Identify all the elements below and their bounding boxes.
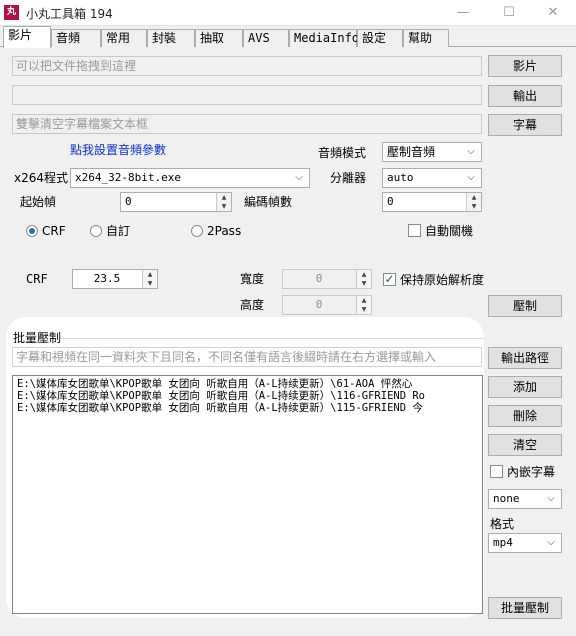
delete-button[interactable]: 刪除 <box>488 405 562 427</box>
output-file-input[interactable] <box>12 85 482 105</box>
video-file-input[interactable]: 可以把文件拖拽到這裡 <box>12 56 482 76</box>
minimize-icon[interactable]: — <box>440 0 486 26</box>
start-frame-value: 0 <box>125 195 132 208</box>
radio-crf[interactable] <box>26 225 38 237</box>
list-item[interactable]: E:\媒体库女团歌单\KPOP歌单 女团向 听歌自用（A-L持续更新）\115-… <box>17 402 423 414</box>
window-title: 小丸工具箱 194 <box>26 7 113 21</box>
stepper-arrows[interactable]: ▲ ▼ <box>142 270 157 288</box>
arrow-up-icon[interactable]: ▲ <box>357 270 371 279</box>
auto-shutdown-checkbox[interactable] <box>408 224 421 237</box>
maximize-icon[interactable]: ☐ <box>486 0 532 26</box>
stepper-arrows[interactable]: ▲ ▼ <box>356 296 371 314</box>
radio-2pass[interactable] <box>191 225 203 237</box>
chevron-down-icon: ⌵ <box>295 172 303 183</box>
arrow-up-icon[interactable]: ▲ <box>217 193 231 202</box>
audio-params-link[interactable]: 點我設置音頻參數 <box>70 143 166 157</box>
subtitle-button[interactable]: 字幕 <box>488 114 562 136</box>
arrow-down-icon[interactable]: ▼ <box>467 202 481 211</box>
tab-mediainfo[interactable]: MediaInfo <box>289 29 359 47</box>
tab-strip: 影片 音頻 常用 封裝 抽取 AVS MediaInfo 設定 幫助 <box>0 26 576 48</box>
chevron-down-icon: ⌵ <box>547 537 555 548</box>
batch-group-label: 批量壓制 <box>13 331 62 345</box>
subtitle-lang-select[interactable]: none ⌵ <box>488 489 562 509</box>
splitter-label: 分離器 <box>330 171 367 185</box>
radio-custom-label: 自訂 <box>106 224 131 238</box>
tab-mux[interactable]: 封裝 <box>147 29 195 47</box>
stepper-arrows[interactable]: ▲ ▼ <box>356 270 371 288</box>
batch-hint-input[interactable]: 字幕和視頻在同一資料夾下且同名，不同名僅有語言後綴時請在右方選擇或輸入 <box>12 347 482 367</box>
arrow-up-icon[interactable]: ▲ <box>357 296 371 305</box>
crf-value: 23.5 <box>93 272 121 285</box>
stepper-arrows[interactable]: ▲ ▼ <box>216 193 231 211</box>
embed-subtitle-label: 內嵌字幕 <box>507 465 556 479</box>
x264-label: x264程式 <box>14 171 69 185</box>
stepper-arrows[interactable]: ▲ ▼ <box>466 193 481 211</box>
arrow-down-icon[interactable]: ▼ <box>357 279 371 288</box>
tab-help[interactable]: 幫助 <box>403 29 449 47</box>
crf-stepper[interactable]: 23.5 ▲ ▼ <box>72 269 158 289</box>
encode-frames-value: 0 <box>387 195 394 208</box>
tab-settings[interactable]: 設定 <box>357 29 403 47</box>
format-label: 格式 <box>490 517 515 531</box>
keep-resolution-label: 保持原始解析度 <box>400 273 485 287</box>
height-label: 高度 <box>240 298 265 312</box>
tab-audio[interactable]: 音頻 <box>51 29 101 47</box>
encode-frames-label: 編碼幀數 <box>244 195 293 209</box>
splitter-value: auto <box>387 171 414 184</box>
x264-select[interactable]: x264_32-8bit.exe ⌵ <box>70 168 310 188</box>
start-frame-stepper[interactable]: 0 ▲ ▼ <box>120 192 232 212</box>
audio-mode-value: 壓制音頻 <box>387 145 436 159</box>
tab-common[interactable]: 常用 <box>101 29 147 47</box>
list-item[interactable]: E:\媒体库女团歌单\KPOP歌单 女团向 听歌自用（A-L持续更新）\61-A… <box>17 378 412 390</box>
auto-shutdown-label: 自動關機 <box>425 224 474 238</box>
title-bar: 丸 小丸工具箱 194 — ☐ ✕ <box>0 0 576 26</box>
x264-value: x264_32-8bit.exe <box>75 171 181 184</box>
encode-button[interactable]: 壓制 <box>488 295 562 317</box>
width-label: 寬度 <box>240 272 265 286</box>
close-icon[interactable]: ✕ <box>530 0 576 26</box>
arrow-up-icon[interactable]: ▲ <box>467 193 481 202</box>
keep-resolution-checkbox[interactable]: ✓ <box>383 273 396 286</box>
list-item[interactable]: E:\媒体库女团歌单\KPOP歌单 女团向 听歌自用（A-L持续更新）\116-… <box>17 390 425 402</box>
video-button[interactable]: 影片 <box>488 55 562 77</box>
radio-custom[interactable] <box>90 225 102 237</box>
tab-avs[interactable]: AVS <box>243 29 289 47</box>
arrow-down-icon[interactable]: ▼ <box>217 202 231 211</box>
audio-mode-label: 音頻模式 <box>318 146 367 160</box>
encode-frames-stepper[interactable]: 0 ▲ ▼ <box>382 192 482 212</box>
group-divider <box>60 338 484 339</box>
format-select[interactable]: mp4 ⌵ <box>488 533 562 553</box>
batch-encode-button[interactable]: 批量壓制 <box>488 597 562 619</box>
arrow-down-icon[interactable]: ▼ <box>143 279 157 288</box>
radio-crf-label: CRF <box>42 224 66 238</box>
chevron-down-icon: ⌵ <box>467 172 475 183</box>
add-button[interactable]: 添加 <box>488 376 562 398</box>
app-icon: 丸 <box>4 5 19 20</box>
width-stepper[interactable]: 0 ▲ ▼ <box>282 269 372 289</box>
subtitle-file-input[interactable]: 雙擊清空字幕檔案文本框 <box>12 114 482 134</box>
batch-file-list[interactable]: E:\媒体库女团歌单\KPOP歌单 女团向 听歌自用（A-L持续更新）\61-A… <box>12 375 483 614</box>
subtitle-lang-value: none <box>493 492 520 505</box>
arrow-up-icon[interactable]: ▲ <box>143 270 157 279</box>
splitter-select[interactable]: auto ⌵ <box>382 168 482 188</box>
output-path-button[interactable]: 輸出路徑 <box>488 347 562 369</box>
clear-button[interactable]: 清空 <box>488 434 562 456</box>
format-value: mp4 <box>493 536 513 549</box>
height-stepper[interactable]: 0 ▲ ▼ <box>282 295 372 315</box>
tab-extract[interactable]: 抽取 <box>195 29 243 47</box>
start-frame-label: 起始幀 <box>20 195 57 209</box>
embed-subtitle-checkbox[interactable] <box>490 465 503 478</box>
audio-mode-select[interactable]: 壓制音頻 ⌵ <box>382 142 482 162</box>
width-value: 0 <box>315 272 323 285</box>
radio-2pass-label: 2Pass <box>207 224 242 238</box>
crf-label: CRF <box>26 272 48 286</box>
height-value: 0 <box>315 298 323 311</box>
output-button[interactable]: 輸出 <box>488 85 562 107</box>
chevron-down-icon: ⌵ <box>547 493 555 504</box>
chevron-down-icon: ⌵ <box>467 146 475 157</box>
arrow-down-icon[interactable]: ▼ <box>357 305 371 314</box>
tab-video[interactable]: 影片 <box>3 26 51 48</box>
